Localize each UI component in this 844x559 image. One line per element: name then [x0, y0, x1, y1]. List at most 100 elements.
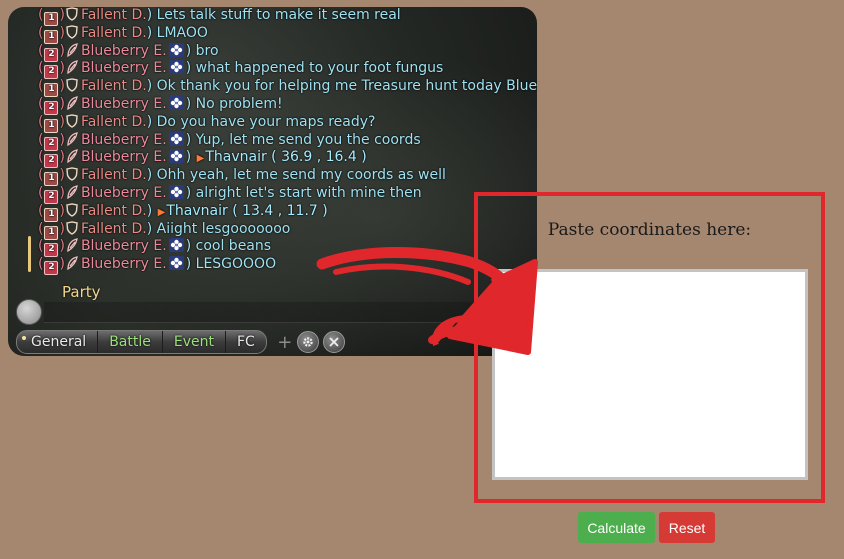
party-number-badge: 2	[44, 261, 59, 276]
message-text: LMAOO	[156, 24, 208, 41]
map-link[interactable]: Thavnair ( 13.4 , 11.7 )	[166, 203, 327, 219]
map-link[interactable]: Thavnair ( 36.9 , 16.4 )	[205, 149, 366, 165]
message-delimiter: )	[185, 256, 196, 273]
message-delimiter: )	[146, 167, 157, 184]
feather-role-icon	[65, 185, 79, 200]
flower-icon	[168, 42, 184, 57]
flower-icon	[168, 95, 184, 110]
feather-role-icon	[65, 96, 79, 111]
feather-role-icon	[65, 149, 79, 164]
message-sender[interactable]: Blueberry E.	[81, 60, 167, 76]
message-text: what happened to your foot fungus	[195, 60, 444, 77]
paren-open: (	[38, 202, 44, 219]
chat-message: (1) Fallent D.) LMAOO	[8, 24, 537, 44]
flower-icon	[168, 238, 184, 253]
message-text: alright let's start with mine then	[195, 184, 422, 201]
message-text: No problem!	[195, 95, 283, 112]
feather-role-icon	[65, 42, 79, 57]
message-text: Ohh yeah, let me send my coords as well	[156, 167, 446, 184]
message-sender[interactable]: Blueberry E.	[81, 132, 167, 148]
paste-title: Paste coordinates here:	[547, 220, 752, 240]
message-sender[interactable]: Fallent D.	[81, 78, 147, 94]
message-sender[interactable]: Blueberry E.	[81, 238, 167, 254]
message-sender[interactable]: Fallent D.	[81, 7, 147, 23]
message-text: Ok thank you for helping me Treasure hun…	[156, 78, 537, 95]
message-delimiter: )	[185, 60, 196, 77]
map-flag-icon: ▶	[157, 206, 166, 218]
shield-role-icon	[65, 7, 79, 21]
close-button[interactable]	[322, 331, 345, 353]
gear-icon	[303, 337, 313, 347]
message-sender[interactable]: Blueberry E.	[81, 256, 167, 272]
chat-message: (1) Fallent D.) Aiight lesgooooooo	[8, 220, 537, 240]
active-line-indicator	[28, 236, 31, 272]
message-delimiter: )	[146, 78, 157, 95]
message-sender[interactable]: Fallent D.	[81, 167, 147, 183]
message-sender[interactable]: Fallent D.	[81, 114, 147, 130]
shield-role-icon	[65, 167, 79, 181]
paren-open: (	[38, 78, 44, 95]
message-delimiter: )	[185, 131, 196, 148]
message-sender[interactable]: Blueberry E.	[81, 149, 167, 165]
shield-role-icon	[65, 203, 79, 217]
message-sender[interactable]: Fallent D.	[81, 203, 147, 219]
feather-role-icon	[65, 256, 79, 271]
map-flag-icon: ▶	[196, 153, 205, 165]
speech-bubble-icon[interactable]	[16, 299, 42, 325]
chat-tools: +	[277, 331, 345, 353]
feather-role-icon	[65, 131, 79, 146]
paren-open: (	[38, 238, 44, 255]
chat-message: (1) Fallent D.) ▶Thavnair ( 13.4 , 11.7 )	[8, 202, 537, 222]
message-text: Do you have your maps ready?	[156, 113, 376, 130]
message-sender[interactable]: Blueberry E.	[81, 185, 167, 201]
chat-message: (2) Blueberry E.) ▶Thavnair ( 36.9 , 16.4…	[8, 149, 537, 169]
flower-icon	[168, 131, 184, 146]
tab-fc[interactable]: FC	[226, 331, 266, 353]
feather-role-icon	[65, 60, 79, 75]
message-text: LESGOOOO	[195, 256, 277, 273]
paste-panel: Paste coordinates here:	[474, 192, 825, 503]
paren-open: (	[38, 256, 44, 273]
tab-event[interactable]: Event	[163, 331, 226, 353]
reset-button[interactable]: Reset	[659, 512, 715, 543]
chat-message: (2) Blueberry E.) alright let's start wit…	[8, 184, 537, 204]
add-tab-button[interactable]: +	[277, 332, 293, 353]
flower-icon	[168, 149, 184, 164]
chat-input[interactable]	[44, 302, 528, 323]
message-sender[interactable]: Fallent D.	[81, 25, 147, 41]
chat-message: (2) Blueberry E.) No problem!	[8, 95, 537, 115]
paren-open: (	[38, 113, 44, 130]
tab-battle[interactable]: Battle	[98, 331, 163, 353]
chat-log: (1) Fallent D.) Lets talk stuff to make i…	[8, 7, 537, 276]
paren-open: (	[38, 220, 44, 237]
tab-general[interactable]: General	[17, 331, 99, 353]
coordinates-textarea[interactable]	[492, 269, 808, 480]
chat-tabs: General Battle Event FC	[16, 330, 267, 354]
message-text: Lets talk stuff to make it seem real	[156, 7, 401, 23]
message-delimiter: )	[185, 238, 196, 255]
message-text: Aiight lesgooooooo	[156, 220, 291, 237]
message-sender[interactable]: Fallent D.	[81, 221, 147, 237]
chat-message: (2) Blueberry E.) Yup, let me send you th…	[8, 131, 537, 151]
message-sender[interactable]: Blueberry E.	[81, 96, 167, 112]
close-icon	[329, 337, 339, 347]
paren-open: (	[38, 42, 44, 59]
shield-role-icon	[65, 220, 79, 235]
message-text: bro	[195, 42, 219, 59]
message-sender[interactable]: Blueberry E.	[81, 43, 167, 59]
settings-button[interactable]	[296, 331, 319, 353]
calculate-button[interactable]: Calculate	[578, 512, 655, 543]
paren-open: (	[38, 184, 44, 201]
message-delimiter: )	[146, 7, 157, 23]
message-delimiter: )	[146, 202, 157, 219]
flower-icon	[168, 184, 184, 199]
chat-message: (1) Fallent D.) Lets talk stuff to make i…	[8, 7, 537, 26]
chat-message: (1) Fallent D.) Ok thank you for helping …	[8, 78, 537, 98]
message-delimiter: )	[185, 95, 196, 112]
message-delimiter: )	[185, 42, 196, 59]
flower-icon	[168, 60, 184, 75]
chat-input-row	[16, 299, 537, 325]
shield-role-icon	[65, 25, 79, 39]
message-delimiter: )	[185, 184, 196, 201]
paren-open: (	[38, 95, 44, 112]
